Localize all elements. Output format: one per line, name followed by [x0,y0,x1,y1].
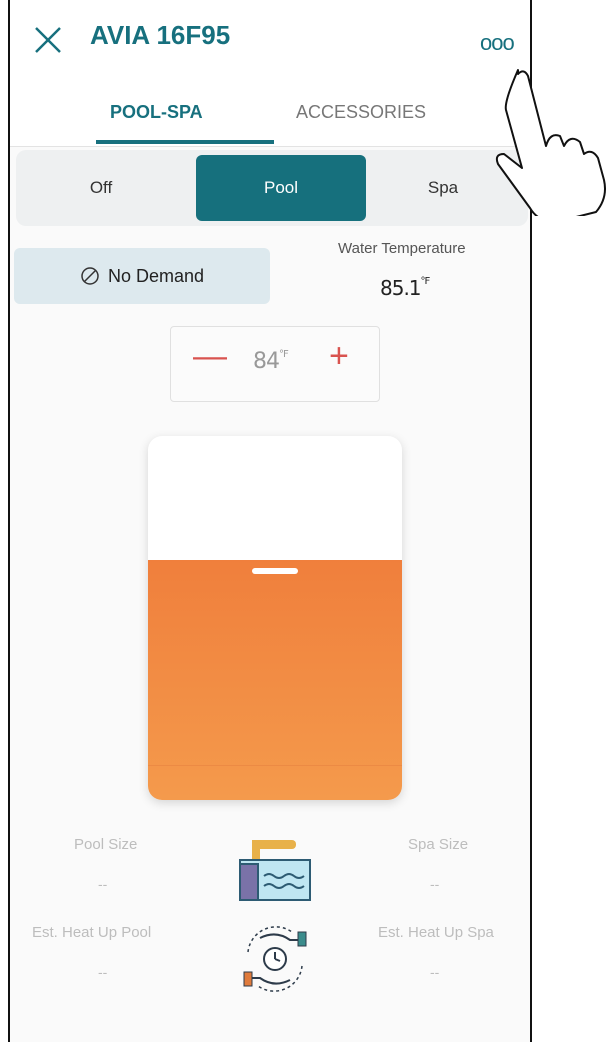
spa-size-label: Spa Size [408,836,469,853]
device-title: AVIA 16F95 [90,20,231,50]
temperature-gauge[interactable] [148,436,402,800]
heat-up-spa-value: -- [430,964,440,980]
pool-spa-icon [239,840,311,901]
temperature-setpoint: — 84°F + [170,326,380,402]
spa-size-value: -- [430,876,440,892]
mode-off-button[interactable]: Off [16,150,186,226]
setpoint-value: 84°F [253,349,289,374]
tab-bar: POOL-SPA ACCESSORIES [10,80,530,147]
heat-up-pool-value: -- [98,964,108,980]
heat-up-spa-label: Est. Heat Up Spa [378,924,494,941]
tab-pool-spa[interactable]: POOL-SPA [110,102,203,123]
pool-size-label: Pool Size [74,836,138,853]
pool-size-value: -- [98,876,108,892]
demand-status-badge: No Demand [14,248,270,304]
increase-setpoint-button[interactable]: + [329,337,349,376]
heat-up-clock-icon [243,926,307,992]
more-options-icon[interactable]: ooo [480,30,515,56]
decrease-setpoint-button[interactable]: — [193,337,227,376]
pointing-hand-icon [495,69,606,216]
demand-status-label: No Demand [107,265,205,286]
gauge-divider [148,765,402,766]
gauge-fill [148,560,402,800]
no-demand-icon [81,267,99,285]
app-screen: AVIA 16F95 ooo POOL-SPA ACCESSORIES Off … [8,0,532,1042]
water-temperature-value: 85.1°F [380,276,430,300]
tab-accessories[interactable]: ACCESSORIES [296,102,426,123]
mode-pool-button[interactable]: Pool [196,155,366,221]
water-temperature-label: Water Temperature [338,240,466,257]
close-icon[interactable] [30,22,66,58]
heat-up-pool-label: Est. Heat Up Pool [32,924,152,941]
active-tab-indicator [96,140,274,144]
gauge-drag-handle[interactable] [252,568,298,574]
mode-selector: Off Pool Spa [16,150,528,226]
top-bar: AVIA 16F95 ooo [10,0,530,80]
